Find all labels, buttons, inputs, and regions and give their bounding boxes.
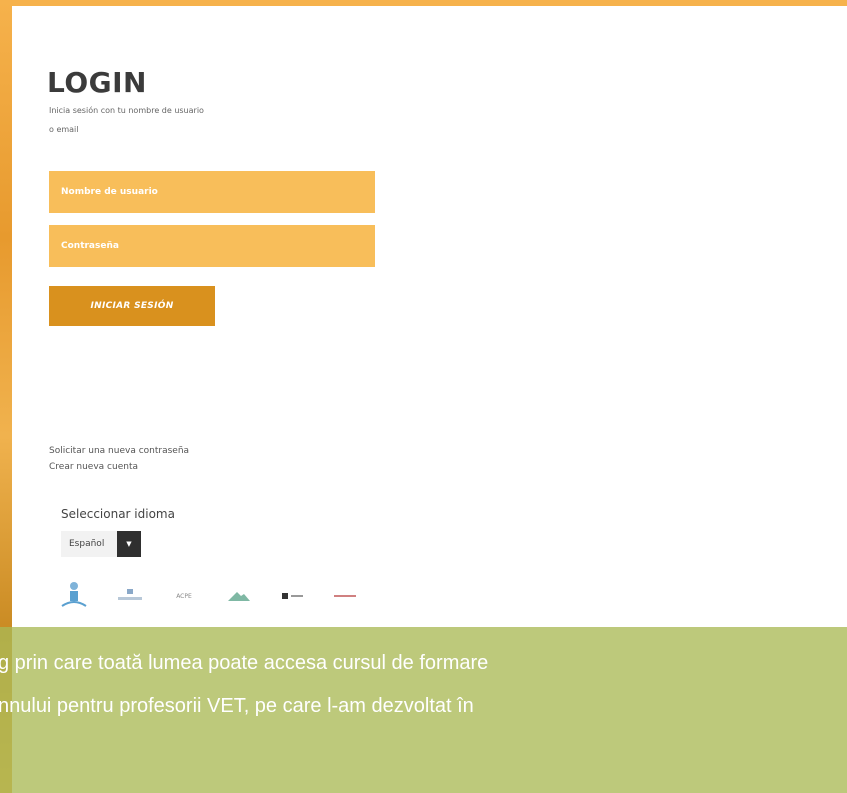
wordmark-logo-icon — [334, 595, 356, 597]
partner-logo-5 — [280, 586, 306, 606]
login-subtitle: Inicia sesión con tu nombre de usuario o… — [49, 106, 204, 134]
reset-password-link[interactable]: Solicitar una nueva contraseña — [49, 446, 189, 456]
create-account-link[interactable]: Crear nueva cuenta — [49, 462, 138, 472]
language-label: Seleccionar idioma — [61, 507, 175, 521]
caption-line-2: nnului pentru profesorii VET, pe care l-… — [0, 695, 474, 717]
top-accent-bar — [0, 0, 847, 6]
caption-line-1: g prin care toată lumea poate accesa cur… — [0, 652, 489, 674]
language-selected-value: Español — [61, 531, 117, 557]
login-title: LOGIN — [47, 66, 147, 99]
chevron-down-icon[interactable]: ▼ — [117, 531, 141, 557]
language-select[interactable]: Español ▼ — [61, 531, 141, 557]
password-field[interactable]: Contraseña — [49, 225, 375, 267]
partner-logo-1 — [60, 580, 88, 610]
mountain-logo-icon — [228, 592, 250, 601]
partner-logo-4 — [226, 586, 252, 606]
partner-logo-2 — [116, 586, 144, 606]
username-field[interactable]: Nombre de usuario — [49, 171, 375, 213]
institution-logo-icon — [118, 589, 142, 600]
figure-logo-icon — [61, 582, 87, 607]
partner-logo-3: ACPE — [176, 592, 192, 600]
square-logo-icon — [282, 593, 303, 599]
login-button[interactable]: INICIAR SESIÓN — [49, 286, 215, 326]
partner-logo-6 — [332, 586, 358, 606]
